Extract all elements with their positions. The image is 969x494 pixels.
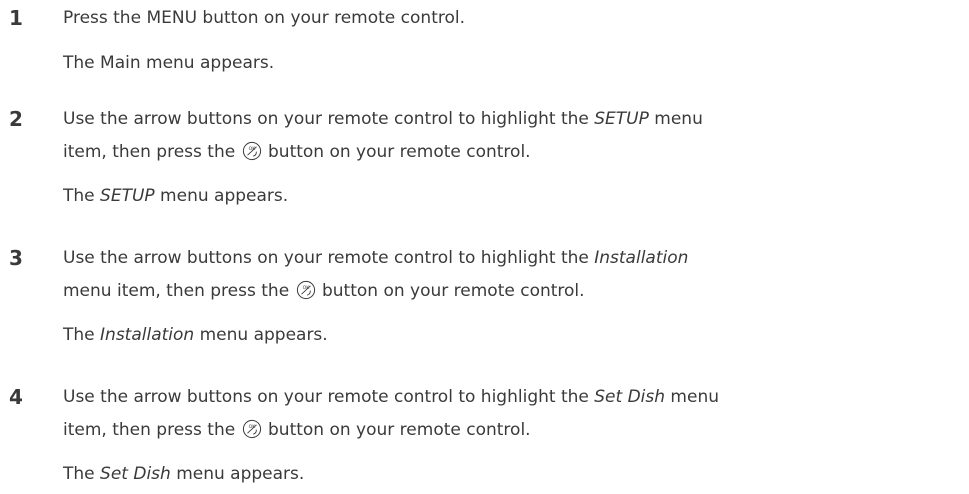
ok-button-icon: OK [296, 280, 316, 300]
svg-text:OK: OK [248, 146, 256, 152]
instruction-text: button on your remote control. [268, 142, 531, 162]
result-line: The Installation menu appears. [63, 325, 943, 345]
ok-button-icon: OK [242, 141, 262, 161]
menu-item-name: Installation [594, 248, 689, 268]
result-line: The Main menu appears. [63, 53, 943, 73]
svg-text:OK: OK [302, 285, 310, 291]
instruction-text: menu item, then press the [63, 281, 295, 301]
result-text: The [63, 464, 101, 484]
step-number: 1 [9, 6, 23, 30]
svg-text:OK: OK [248, 424, 256, 430]
instruction-page: { "steps": [ { "number": "1", "lines": [… [0, 0, 969, 494]
menu-item-name: SETUP [100, 186, 155, 206]
menu-item-name: Installation [100, 325, 195, 345]
instruction-line: Press the MENU button on your remote con… [63, 8, 943, 40]
step-body: Use the arrow buttons on your remote con… [63, 248, 943, 345]
menu-item-name: SETUP [594, 109, 649, 129]
result-line: The Set Dish menu appears. [63, 464, 943, 484]
instruction-text: Use the arrow buttons on your remote con… [63, 387, 595, 407]
menu-item-name: Set Dish [100, 464, 171, 484]
step-body: Press the MENU button on your remote con… [63, 8, 943, 73]
step-number: 4 [9, 385, 23, 409]
result-text: The [63, 186, 101, 206]
result-text: menu appears. [154, 186, 289, 206]
result-text: The [63, 325, 101, 345]
instruction-text: button on your remote control. [268, 420, 531, 440]
instruction-line: item, then press the OK button on your r… [63, 141, 943, 173]
instruction-line: menu item, then press the OK button on y… [63, 280, 943, 312]
step-body: Use the arrow buttons on your remote con… [63, 109, 943, 206]
instruction-text: item, then press the [63, 142, 241, 162]
result-text: The Main menu appears. [63, 53, 275, 73]
instruction-text: Use the arrow buttons on your remote con… [63, 109, 595, 129]
instruction-text: menu [648, 109, 703, 129]
instruction-line: Use the arrow buttons on your remote con… [63, 387, 943, 419]
instruction-text: item, then press the [63, 420, 241, 440]
menu-item-name: Set Dish [594, 387, 666, 407]
instruction-line: Use the arrow buttons on your remote con… [63, 248, 943, 280]
result-text: menu appears. [170, 464, 305, 484]
ok-button-icon: OK [242, 419, 262, 439]
instruction-text: Press the MENU button on your remote con… [63, 8, 465, 28]
instruction-text: Use the arrow buttons on your remote con… [63, 248, 595, 268]
step-body: Use the arrow buttons on your remote con… [63, 387, 943, 484]
instruction-text: button on your remote control. [321, 281, 585, 301]
instruction-text: menu [665, 387, 719, 407]
result-text: menu appears. [194, 325, 328, 345]
step-number: 3 [9, 246, 23, 270]
step-number: 2 [9, 107, 23, 131]
result-line: The SETUP menu appears. [63, 186, 943, 206]
instruction-line: item, then press the OK button on your r… [63, 419, 943, 451]
instruction-line: Use the arrow buttons on your remote con… [63, 109, 943, 141]
